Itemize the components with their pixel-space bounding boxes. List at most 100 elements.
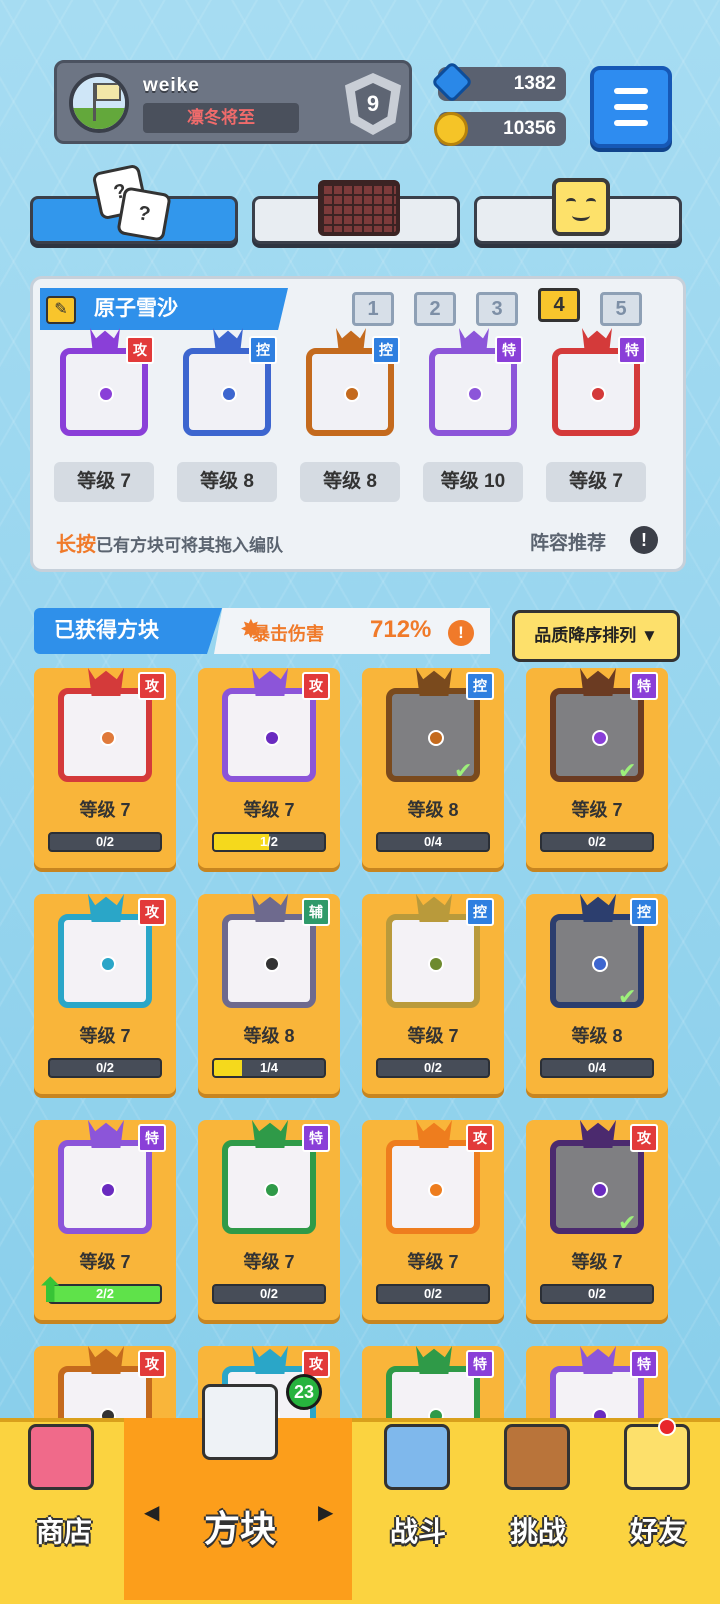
block-core <box>100 956 116 972</box>
rank-badge[interactable]: 9 <box>345 73 401 135</box>
block-card[interactable]: 特 ✔ 等级 7 0/2 <box>526 668 668 868</box>
block-core <box>592 730 608 746</box>
nav-shop[interactable]: 商店 <box>4 1418 124 1600</box>
upgrade-progress-bar: 0/2 <box>212 1284 326 1304</box>
progress-text: 0/2 <box>587 834 607 849</box>
block-card[interactable]: 特等级 7 0/2 <box>198 1120 340 1320</box>
block-card[interactable]: 特等级 7 2/2 ⬆ <box>34 1120 176 1320</box>
type-tag: 特 <box>302 1124 330 1152</box>
deck-slot[interactable]: 特 <box>423 328 523 444</box>
dragon-head-icon <box>416 1120 452 1148</box>
slot-level: 等级 7 <box>546 462 646 502</box>
type-tag: 特 <box>138 1124 166 1152</box>
block-core <box>428 956 444 972</box>
nav-friends[interactable]: 好友 <box>598 1418 718 1600</box>
upgrade-progress-bar: 2/2 <box>48 1284 162 1304</box>
block-core <box>590 386 606 402</box>
upgrade-progress-bar: 0/2 <box>48 832 162 852</box>
friends-icon <box>624 1424 690 1490</box>
checkmark-icon: ✔ <box>454 758 473 783</box>
deck-tab-5[interactable]: 5 <box>600 292 642 326</box>
board-icon <box>318 180 400 236</box>
crit-label: 暴击伤害 <box>252 624 324 644</box>
card-level: 等级 7 <box>571 1252 623 1272</box>
deck-tab-1[interactable]: 1 <box>352 292 394 326</box>
avatar[interactable] <box>69 73 129 133</box>
upgrade-progress-bar: 0/2 <box>540 832 654 852</box>
card-level: 等级 8 <box>571 1026 623 1046</box>
progress-text: 1/2 <box>259 834 279 849</box>
arrow-left-icon[interactable]: ◀ <box>144 1500 159 1525</box>
card-level: 等级 8 <box>243 1026 295 1046</box>
flag-icon <box>95 83 121 101</box>
upgrade-arrow-icon[interactable]: ⬆ <box>36 1274 65 1308</box>
sort-button[interactable]: 品质降序排列 ▼ <box>512 610 680 662</box>
block-card[interactable]: 攻等级 7 0/2 <box>362 1120 504 1320</box>
nav-blocks[interactable]: 方块 <box>180 1384 300 1600</box>
card-level: 等级 7 <box>407 1252 459 1272</box>
crit-info-icon[interactable]: ! <box>448 620 474 646</box>
block-card[interactable]: 辅等级 8 1/4 <box>198 894 340 1094</box>
block-core <box>467 386 483 402</box>
hamburger-icon <box>614 88 648 94</box>
upgrade-progress-bar: 0/2 <box>540 1284 654 1304</box>
card-level: 等级 7 <box>243 1252 295 1272</box>
block-core <box>344 386 360 402</box>
smiley-block-icon <box>552 178 610 236</box>
block-card[interactable]: 攻 ✔ 等级 7 0/2 <box>526 1120 668 1320</box>
deck-slot[interactable]: 攻 <box>54 328 154 444</box>
deck-tab-2[interactable]: 2 <box>414 292 456 326</box>
progress-text: 0/4 <box>423 834 443 849</box>
battle-icon <box>384 1424 450 1490</box>
deck-tab-4[interactable]: 4 <box>538 288 580 322</box>
blocks-count-badge: 23 <box>286 1374 322 1410</box>
notification-dot <box>658 1418 676 1436</box>
upgrade-progress-bar: 1/2 <box>212 832 326 852</box>
card-level: 等级 8 <box>407 800 459 820</box>
deck-slot[interactable]: 特 <box>546 328 646 444</box>
lineup-recommend-label[interactable]: 阵容推荐 <box>530 528 606 555</box>
menu-button[interactable] <box>590 66 672 148</box>
block-frame <box>386 914 480 1008</box>
info-icon[interactable]: ! <box>630 526 658 554</box>
block-core <box>264 730 280 746</box>
block-frame <box>222 914 316 1008</box>
block-core <box>264 956 280 972</box>
progress-text: 0/4 <box>587 1060 607 1075</box>
block-card[interactable]: 攻等级 7 0/2 <box>34 668 176 868</box>
nav-challenge[interactable]: 挑战 <box>478 1418 598 1600</box>
deck-slot[interactable]: 控 <box>177 328 277 444</box>
arrow-right-icon[interactable]: ▶ <box>318 1500 333 1525</box>
dragon-head-icon <box>252 668 288 696</box>
card-level: 等级 7 <box>571 800 623 820</box>
block-frame <box>222 1140 316 1234</box>
block-core <box>100 730 116 746</box>
mystery-block-icon <box>202 1384 278 1460</box>
deck-name[interactable]: 原子雪沙 <box>40 288 288 330</box>
deck-slot[interactable]: 控 <box>300 328 400 444</box>
slot-level: 等级 7 <box>54 462 154 502</box>
block-card[interactable]: 攻等级 7 1/2 <box>198 668 340 868</box>
type-tag: 控 <box>630 898 658 926</box>
block-frame <box>58 914 152 1008</box>
deck-tab-3[interactable]: 3 <box>476 292 518 326</box>
player-title: 凛冬将至 <box>143 103 299 133</box>
block-card[interactable]: 控 ✔ 等级 8 0/4 <box>362 668 504 868</box>
slot-level: 等级 8 <box>177 462 277 502</box>
block-core <box>592 1182 608 1198</box>
type-tag: 攻 <box>138 898 166 926</box>
block-card[interactable]: 控等级 7 0/2 <box>362 894 504 1094</box>
upgrade-progress-bar: 1/4 <box>212 1058 326 1078</box>
block-card[interactable]: 控 ✔ 等级 8 0/4 <box>526 894 668 1094</box>
checkmark-icon: ✔ <box>618 984 637 1009</box>
pencil-icon[interactable]: ✎ <box>46 296 76 324</box>
profile-panel[interactable]: weike 凛冬将至 9 <box>54 60 412 144</box>
block-card[interactable]: 攻等级 7 0/2 <box>34 894 176 1094</box>
nav-battle[interactable]: 战斗 <box>358 1418 478 1600</box>
type-tag: 攻 <box>302 672 330 700</box>
dragon-head-icon <box>580 668 616 696</box>
upgrade-progress-bar: 0/4 <box>376 832 490 852</box>
slot-level: 等级 8 <box>300 462 400 502</box>
dragon-head-icon <box>88 1120 124 1148</box>
type-tag: 控 <box>372 336 400 364</box>
